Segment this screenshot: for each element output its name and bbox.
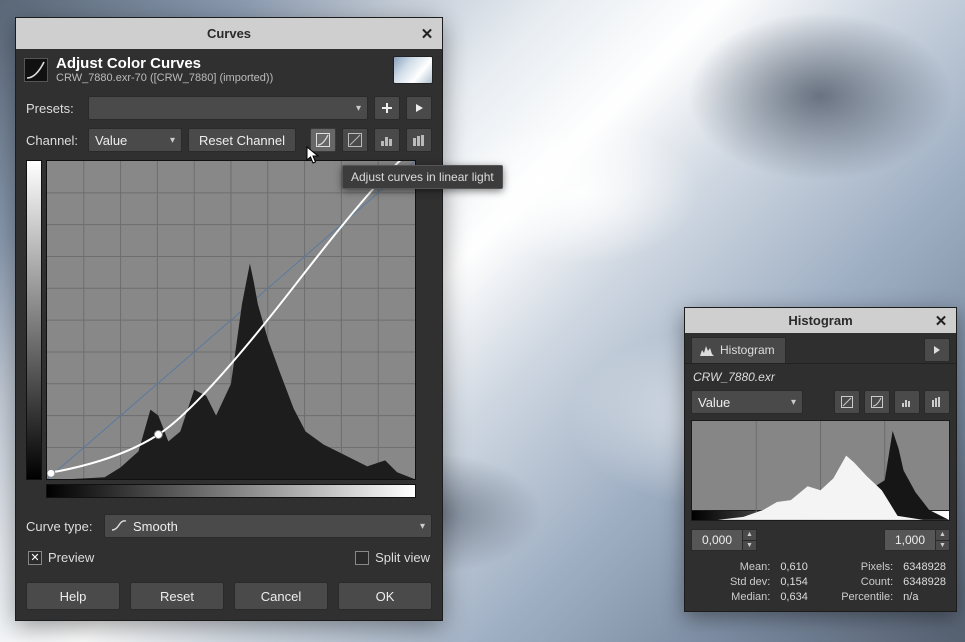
curves-titlebar[interactable]: Curves ✕ (16, 18, 442, 49)
close-icon[interactable]: ✕ (932, 312, 950, 330)
curve-editor (26, 160, 432, 498)
checkbox-icon (355, 551, 369, 565)
histogram-range-row: ▲▼ ▲▼ (685, 521, 956, 557)
row-presets: Presets: ▾ (16, 92, 442, 124)
histo-log-h-toggle[interactable] (864, 390, 890, 414)
histogram-panel: Histogram ✕ Histogram CRW_7880.exr Value… (684, 307, 957, 612)
reset-button[interactable]: Reset (130, 582, 224, 610)
curves-subheading: CRW_7880.exr-70 ([CRW_7880] (imported)) (56, 72, 386, 84)
presets-label: Presets: (26, 101, 82, 116)
splitview-label: Split view (375, 550, 430, 565)
range-high-spin[interactable]: ▲▼ (884, 529, 950, 551)
row-checks: ✕ Preview Split view (16, 542, 442, 569)
cancel-button[interactable]: Cancel (234, 582, 328, 610)
curve-type-label: Curve type: (26, 519, 98, 534)
histogram-channel-value: Value (698, 395, 730, 410)
histogram-log-toggle[interactable] (406, 128, 432, 152)
histogram-file-label: CRW_7880.exr (685, 364, 956, 388)
chevron-down-icon: ▾ (170, 135, 175, 146)
perceptual-toggle[interactable] (342, 128, 368, 152)
stat-std-label: Std dev: (695, 576, 770, 588)
spin-up-icon[interactable]: ▲ (743, 530, 756, 541)
curves-dialog: Curves ✕ Adjust Color Curves CRW_7880.ex… (15, 17, 443, 621)
add-preset-button[interactable] (374, 96, 400, 120)
histogram-tab-row: Histogram (685, 333, 956, 364)
ok-button[interactable]: OK (338, 582, 432, 610)
histogram-canvas[interactable] (691, 420, 950, 511)
chevron-down-icon: ▾ (791, 397, 796, 408)
curve-canvas[interactable] (46, 160, 416, 480)
output-gradient (26, 160, 42, 480)
stat-count-value: 6348928 (903, 576, 946, 588)
histogram-controls: Value ▾ (685, 388, 956, 420)
preview-checkbox[interactable]: ✕ Preview (28, 550, 94, 565)
curve-type-combo[interactable]: Smooth ▾ (104, 514, 432, 538)
histogram-window-title: Histogram (788, 313, 852, 328)
presets-menu-button[interactable] (406, 96, 432, 120)
input-gradient (46, 484, 416, 498)
channel-label: Channel: (26, 133, 82, 148)
close-icon[interactable]: ✕ (418, 25, 436, 43)
curves-heading: Adjust Color Curves (56, 55, 386, 72)
preview-label: Preview (48, 550, 94, 565)
stat-percentile-label: Percentile: (818, 591, 893, 603)
stat-pixels-value: 6348928 (903, 561, 946, 573)
histo-linear-toggle[interactable] (834, 390, 860, 414)
stat-pixels-label: Pixels: (818, 561, 893, 573)
stat-percentile-value: n/a (903, 591, 946, 603)
stat-mean-value: 0,610 (780, 561, 808, 573)
spin-up-icon[interactable]: ▲ (936, 530, 949, 541)
tab-histogram-label: Histogram (720, 343, 775, 357)
range-low-spin[interactable]: ▲▼ (691, 529, 757, 551)
spin-down-icon[interactable]: ▼ (936, 541, 949, 551)
curve-type-value: Smooth (133, 519, 178, 534)
curves-header: Adjust Color Curves CRW_7880.exr-70 ([CR… (16, 49, 442, 92)
spin-down-icon[interactable]: ▼ (743, 541, 756, 551)
range-low-input[interactable] (691, 529, 743, 551)
tab-histogram[interactable]: Histogram (691, 337, 786, 363)
stat-median-label: Median: (695, 591, 770, 603)
row-curve-type: Curve type: Smooth ▾ (16, 510, 442, 542)
stat-std-value: 0,154 (780, 576, 808, 588)
tooltip-linear-light: Adjust curves in linear light (342, 165, 503, 189)
row-channel: Channel: Value ▾ Reset Channel (16, 124, 442, 156)
range-high-input[interactable] (884, 529, 936, 551)
dialog-button-bar: Help Reset Cancel OK (16, 572, 442, 620)
histogram-icon (700, 344, 714, 356)
histogram-stats: Mean: 0,610 Pixels: 6348928 Std dev: 0,1… (685, 557, 956, 611)
splitview-checkbox[interactable]: Split view (355, 550, 430, 565)
curves-preview-thumb (394, 57, 432, 83)
stat-mean-label: Mean: (695, 561, 770, 573)
stat-count-label: Count: (818, 576, 893, 588)
checkbox-icon: ✕ (28, 551, 42, 565)
reset-channel-button[interactable]: Reset Channel (188, 128, 296, 152)
tab-menu-button[interactable] (924, 338, 950, 362)
chevron-down-icon: ▾ (420, 521, 425, 532)
smooth-curve-icon (111, 520, 127, 532)
histogram-channel-combo[interactable]: Value ▾ (691, 390, 803, 414)
chevron-down-icon: ▾ (356, 103, 361, 114)
curves-icon (24, 58, 48, 82)
linear-light-toggle[interactable] (310, 128, 336, 152)
histo-view-b-toggle[interactable] (924, 390, 950, 414)
channel-combo-value: Value (95, 133, 127, 148)
histo-view-a-toggle[interactable] (894, 390, 920, 414)
presets-combo[interactable]: ▾ (88, 96, 368, 120)
histogram-linear-toggle[interactable] (374, 128, 400, 152)
curves-window-title: Curves (207, 26, 251, 41)
histogram-titlebar[interactable]: Histogram ✕ (685, 308, 956, 333)
channel-combo[interactable]: Value ▾ (88, 128, 182, 152)
help-button[interactable]: Help (26, 582, 120, 610)
stat-median-value: 0,634 (780, 591, 808, 603)
